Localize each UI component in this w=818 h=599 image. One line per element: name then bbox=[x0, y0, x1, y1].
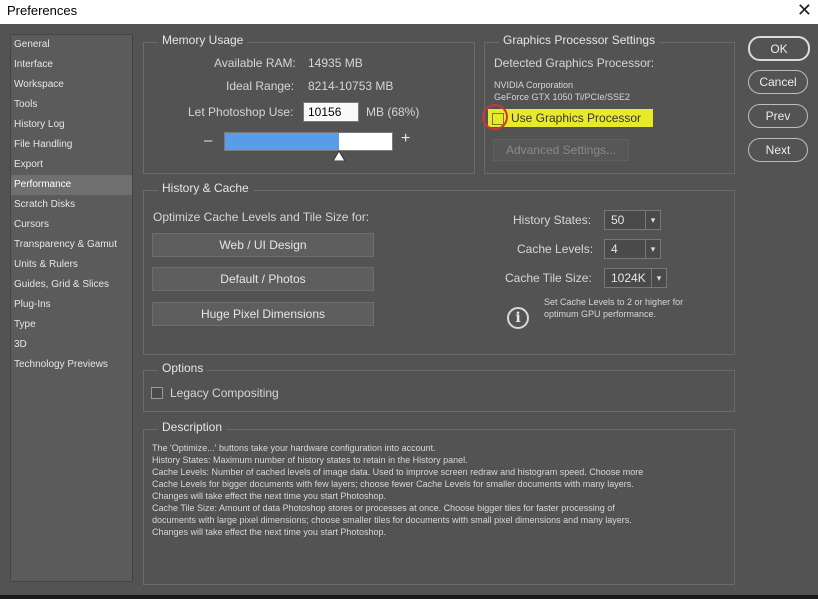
sidebar-item-file-handling[interactable]: File Handling bbox=[11, 135, 132, 155]
sidebar-item-scratch-disks[interactable]: Scratch Disks bbox=[11, 195, 132, 215]
gpu-settings-title: Graphics Processor Settings bbox=[499, 32, 660, 48]
default-photos-button[interactable]: Default / Photos bbox=[152, 267, 374, 291]
sidebar-item-cursors[interactable]: Cursors bbox=[11, 215, 132, 235]
legacy-compositing-checkbox[interactable] bbox=[151, 387, 163, 399]
next-button[interactable]: Next bbox=[748, 138, 808, 162]
sidebar-item-export[interactable]: Export bbox=[11, 155, 132, 175]
available-ram-value: 14935 MB bbox=[308, 56, 363, 70]
chevron-down-icon: ▾ bbox=[645, 240, 660, 258]
ok-button[interactable]: OK bbox=[748, 36, 810, 61]
memory-slider-thumb[interactable] bbox=[332, 151, 345, 161]
chevron-down-icon: ▾ bbox=[645, 211, 660, 229]
info-icon: i bbox=[507, 307, 529, 329]
gpu-info-text-1: Set Cache Levels to 2 or higher for bbox=[544, 297, 684, 307]
memory-slider-fill bbox=[225, 133, 339, 150]
legacy-compositing-label[interactable]: Legacy Compositing bbox=[170, 386, 279, 400]
available-ram-label: Available RAM: bbox=[214, 56, 296, 70]
optimize-label: Optimize Cache Levels and Tile Size for: bbox=[153, 210, 370, 224]
history-states-select[interactable]: 50 ▾ bbox=[604, 210, 661, 230]
cache-levels-select[interactable]: 4 ▾ bbox=[604, 239, 661, 259]
detected-gpu-label: Detected Graphics Processor: bbox=[494, 56, 655, 70]
sidebar-item-type[interactable]: Type bbox=[11, 315, 132, 335]
sidebar-item-transparency-gamut[interactable]: Transparency & Gamut bbox=[11, 235, 132, 255]
let-photoshop-use-label: Let Photoshop Use: bbox=[188, 105, 294, 119]
sidebar-item-units-rulers[interactable]: Units & Rulers bbox=[11, 255, 132, 275]
sidebar-item-performance[interactable]: Performance bbox=[11, 175, 132, 195]
chevron-down-icon: ▾ bbox=[651, 269, 666, 287]
description-text: The 'Optimize...' buttons take your hard… bbox=[152, 443, 644, 537]
history-cache-title: History & Cache bbox=[158, 180, 253, 196]
ideal-range-label: Ideal Range: bbox=[226, 79, 295, 93]
memory-input[interactable]: 10156 bbox=[303, 102, 359, 122]
sidebar-item-3d[interactable]: 3D bbox=[11, 335, 132, 355]
memory-usage-title: Memory Usage bbox=[158, 32, 248, 48]
sidebar-item-general[interactable]: General bbox=[11, 35, 132, 55]
ideal-range-value: 8214-10753 MB bbox=[308, 79, 394, 93]
description-title: Description bbox=[158, 419, 227, 435]
history-states-label: History States: bbox=[513, 213, 592, 227]
title-bar: Preferences ✕ bbox=[0, 0, 818, 24]
sidebar: General Interface Workspace Tools History Lo… bbox=[10, 34, 133, 582]
cancel-button[interactable]: Cancel bbox=[748, 70, 808, 94]
gpu-info-text-2: optimum GPU performance. bbox=[544, 309, 657, 319]
prev-button[interactable]: Prev bbox=[748, 104, 808, 128]
gpu-model: GeForce GTX 1050 Ti/PCIe/SSE2 bbox=[494, 92, 631, 102]
sidebar-item-guides-grid-slices[interactable]: Guides, Grid & Slices bbox=[11, 275, 132, 295]
cache-tile-size-select[interactable]: 1024K ▾ bbox=[604, 268, 667, 288]
huge-pixel-dimensions-button[interactable]: Huge Pixel Dimensions bbox=[152, 302, 374, 326]
sidebar-item-interface[interactable]: Interface bbox=[11, 55, 132, 75]
increase-memory-button[interactable]: + bbox=[401, 130, 410, 148]
memory-unit: MB (68%) bbox=[366, 105, 420, 119]
gpu-vendor: NVIDIA Corporation bbox=[494, 80, 574, 90]
use-gpu-checkbox[interactable] bbox=[492, 113, 504, 125]
sidebar-item-plug-ins[interactable]: Plug-Ins bbox=[11, 295, 132, 315]
cache-tile-size-label: Cache Tile Size: bbox=[505, 271, 592, 285]
cache-levels-label: Cache Levels: bbox=[517, 242, 594, 256]
decrease-memory-button[interactable]: – bbox=[204, 132, 212, 149]
web-ui-design-button[interactable]: Web / UI Design bbox=[152, 233, 374, 257]
options-title: Options bbox=[158, 360, 208, 376]
sidebar-item-tools[interactable]: Tools bbox=[11, 95, 132, 115]
sidebar-item-history-log[interactable]: History Log bbox=[11, 115, 132, 135]
cache-levels-value: 4 bbox=[611, 242, 618, 256]
background-strip bbox=[0, 595, 818, 599]
memory-slider-track[interactable] bbox=[224, 132, 393, 151]
preferences-dialog: General Interface Workspace Tools History Lo… bbox=[0, 24, 818, 595]
close-icon[interactable]: ✕ bbox=[797, 0, 812, 21]
window-title: Preferences bbox=[7, 3, 78, 18]
history-states-value: 50 bbox=[611, 213, 625, 227]
sidebar-item-technology-previews[interactable]: Technology Previews bbox=[11, 355, 132, 375]
use-gpu-label[interactable]: Use Graphics Processor bbox=[511, 111, 641, 125]
cache-tile-size-value: 1024K bbox=[611, 271, 646, 285]
sidebar-item-workspace[interactable]: Workspace bbox=[11, 75, 132, 95]
advanced-settings-button[interactable]: Advanced Settings... bbox=[493, 139, 629, 161]
